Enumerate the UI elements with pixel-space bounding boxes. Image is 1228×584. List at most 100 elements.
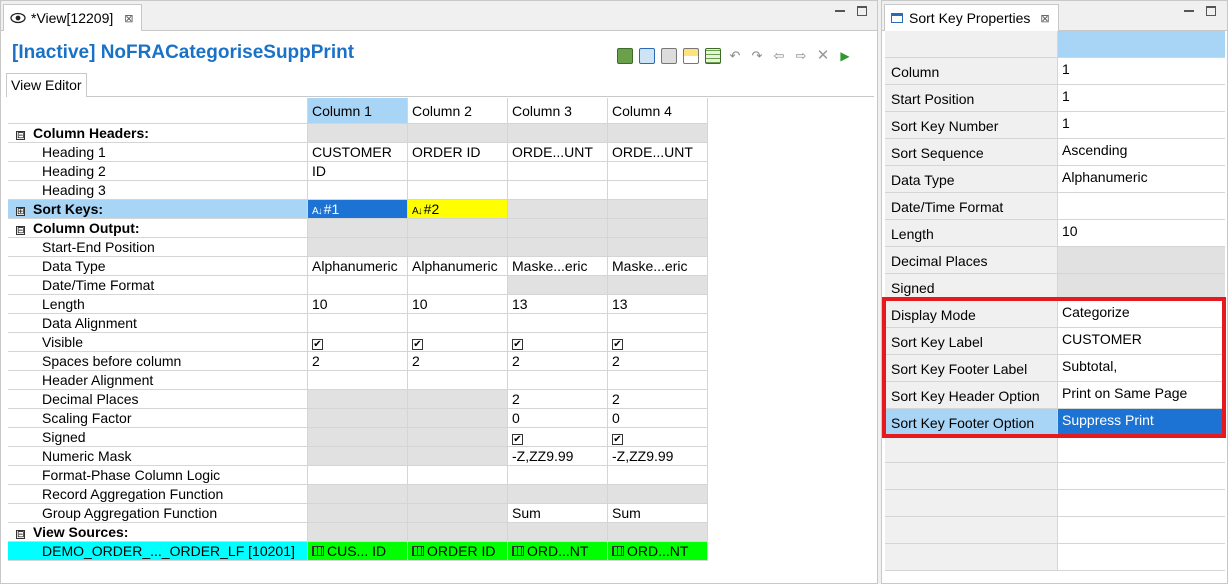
grid-row-label[interactable]: Heading 2 (8, 162, 308, 181)
grid-row-label[interactable]: Start-End Position (8, 238, 308, 257)
grid-row[interactable]: Scaling Factor 0 0 (8, 409, 708, 428)
grid-cell[interactable] (608, 276, 708, 295)
grid-cell[interactable] (308, 523, 408, 542)
grid-row-label[interactable]: Scaling Factor (8, 409, 308, 428)
property-value[interactable]: Categorize (1058, 301, 1225, 328)
grid-cell[interactable] (408, 428, 508, 447)
property-row[interactable]: Sort Sequence Ascending (885, 139, 1225, 166)
grid-row-label[interactable]: Signed (8, 428, 308, 447)
grid-cell[interactable] (508, 466, 608, 485)
grid-cell[interactable] (408, 162, 508, 181)
grid-cell[interactable] (608, 124, 708, 143)
property-row[interactable]: Start Position 1 (885, 85, 1225, 112)
property-row[interactable]: Sort Key Footer Option Suppress Print (885, 409, 1225, 436)
property-value[interactable] (1058, 490, 1225, 517)
property-value[interactable]: Suppress Print (1058, 409, 1225, 436)
column-header-4[interactable]: Column 4 (608, 98, 708, 124)
grid-row-label[interactable]: Length (8, 295, 308, 314)
grid-cell[interactable] (608, 162, 708, 181)
grid-cell[interactable]: -Z,ZZ9.99 (608, 447, 708, 466)
grid-cell[interactable] (408, 276, 508, 295)
checkbox[interactable]: ✔ (312, 339, 323, 350)
grid-cell[interactable]: 13 (508, 295, 608, 314)
grid-cell[interactable]: Sum (608, 504, 708, 523)
insert-column-icon[interactable] (683, 48, 699, 64)
grid-row-label[interactable]: ⊞ Sort Keys: (8, 200, 308, 219)
redo-icon[interactable]: ↷ (749, 48, 765, 64)
grid-cell[interactable]: Alphanumeric (408, 257, 508, 276)
grid-cell[interactable]: CUS... ID (308, 542, 408, 561)
grid-row[interactable]: Visible ✔ ✔ ✔ ✔ (8, 333, 708, 352)
grid-row[interactable]: Heading 1 CUSTOMER ORDER ID ORDE...UNT ORDE.… (8, 143, 708, 162)
property-row[interactable]: Date/Time Format (885, 193, 1225, 220)
undo-icon[interactable]: ↶ (727, 48, 743, 64)
grid-row-label[interactable]: ⊟ Column Output: (8, 219, 308, 238)
grid-cell[interactable] (508, 124, 608, 143)
checkbox[interactable]: ✔ (612, 339, 623, 350)
grid-cell[interactable]: ID (308, 162, 408, 181)
grid-cell[interactable] (408, 485, 508, 504)
grid-cell[interactable] (308, 219, 408, 238)
grid-icon[interactable] (705, 48, 721, 64)
grid-cell[interactable] (508, 181, 608, 200)
grid-row[interactable]: Length 10 10 13 13 (8, 295, 708, 314)
grid-row-label[interactable]: Data Alignment (8, 314, 308, 333)
property-row[interactable]: Column 1 (885, 58, 1225, 85)
grid-cell[interactable] (308, 428, 408, 447)
property-row[interactable]: Sort Key Number 1 (885, 112, 1225, 139)
property-value[interactable] (1058, 247, 1225, 274)
grid-cell[interactable] (608, 219, 708, 238)
grid-cell[interactable]: ORD...NT (508, 542, 608, 561)
grid-row[interactable]: Heading 3 (8, 181, 708, 200)
property-value[interactable] (1058, 517, 1225, 544)
grid-cell[interactable]: 2 (508, 352, 608, 371)
grid-cell[interactable]: ✔ (508, 428, 608, 447)
grid-row[interactable]: Format-Phase Column Logic (8, 466, 708, 485)
property-row[interactable] (885, 517, 1225, 544)
expand-icon[interactable]: ⊞ (16, 207, 25, 216)
grid-cell[interactable]: ✔ (408, 333, 508, 352)
grid-row-label[interactable]: Numeric Mask (8, 447, 308, 466)
grid-row-label[interactable]: Spaces before column (8, 352, 308, 371)
grid-cell[interactable] (408, 238, 508, 257)
grid-cell[interactable] (608, 314, 708, 333)
property-row[interactable]: Sort Key Header Option Print on Same Page (885, 382, 1225, 409)
property-value[interactable]: Alphanumeric (1058, 166, 1225, 193)
grid-row[interactable]: ⊟ Column Output: (8, 219, 708, 238)
grid-row-label[interactable]: Visible (8, 333, 308, 352)
grid-cell[interactable] (308, 504, 408, 523)
grid-row[interactable]: Start-End Position (8, 238, 708, 257)
grid-row-label[interactable]: DEMO_ORDER_..._ORDER_LF [10201] (8, 542, 308, 561)
grid-row-label[interactable]: ⊟ Column Headers: (8, 124, 308, 143)
property-value[interactable]: 1 (1058, 85, 1225, 112)
property-row[interactable]: Sort Key Footer Label Subtotal, (885, 355, 1225, 382)
checkbox[interactable]: ✔ (512, 339, 523, 350)
grid-cell[interactable]: Sum (508, 504, 608, 523)
grid-row-label[interactable]: Group Aggregation Function (8, 504, 308, 523)
grid-row[interactable]: Data Alignment (8, 314, 708, 333)
grid-cell[interactable] (508, 276, 608, 295)
grid-cell[interactable] (408, 124, 508, 143)
property-row[interactable]: Signed (885, 274, 1225, 301)
checkbox[interactable]: ✔ (612, 434, 623, 445)
grid-cell[interactable] (308, 314, 408, 333)
grid-cell[interactable]: ✔ (608, 333, 708, 352)
grid-cell[interactable]: 2 (608, 390, 708, 409)
grid-row-label[interactable]: Date/Time Format (8, 276, 308, 295)
property-row[interactable] (885, 544, 1225, 571)
property-row[interactable] (885, 463, 1225, 490)
grid-cell[interactable]: Alphanumeric (308, 257, 408, 276)
grid-row[interactable]: Date/Time Format (8, 276, 708, 295)
property-row[interactable]: Display Mode Categorize (885, 301, 1225, 328)
property-value[interactable] (1058, 193, 1225, 220)
property-value[interactable] (1058, 274, 1225, 301)
grid-cell[interactable] (608, 200, 708, 219)
grid-cell[interactable] (408, 219, 508, 238)
grid-cell[interactable] (508, 200, 608, 219)
grid-cell[interactable]: ✔ (608, 428, 708, 447)
property-row[interactable]: Decimal Places (885, 247, 1225, 274)
grid-cell[interactable] (508, 314, 608, 333)
property-value[interactable]: 10 (1058, 220, 1225, 247)
grid-cell[interactable]: A↓ #2 (408, 200, 508, 219)
grid-row-label[interactable]: Record Aggregation Function (8, 485, 308, 504)
